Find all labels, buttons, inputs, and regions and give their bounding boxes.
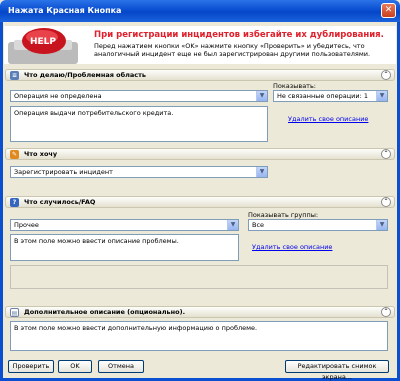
show-label: Показывать: (273, 82, 316, 90)
chevron-down-icon[interactable]: ▼ (376, 91, 387, 101)
banner-title: При регистрации инцидентов избегайте их … (94, 30, 384, 40)
show-value: Не связанные операции: 1 (277, 92, 369, 100)
operation-value: Операция не определена (14, 92, 102, 100)
chevron-up-icon[interactable]: ⌃ (381, 70, 391, 80)
pencil-icon: ✎ (10, 150, 19, 159)
operation-description[interactable]: Операция выдачи потребительского кредита… (10, 106, 268, 142)
section-extra-header[interactable]: ▤ Дополнительное описание (опционально).… (5, 306, 395, 318)
section-faq-header[interactable]: ? Что случилось/FAQ ⌃ (5, 196, 395, 208)
want-select[interactable]: Зарегистрировать инцидент ▼ (10, 166, 268, 178)
ok-button[interactable]: OK (58, 360, 92, 373)
cancel-button[interactable]: Отмена (98, 360, 144, 373)
chevron-up-icon[interactable]: ⌃ (381, 197, 391, 207)
chevron-up-icon[interactable]: ⌃ (381, 149, 391, 159)
edit-screenshot-button[interactable]: Редактировать снимок экрана... (285, 360, 389, 381)
delete-description-link[interactable]: Удалить свое описание (288, 115, 368, 123)
help-button-icon: HELP (8, 26, 80, 64)
check-button[interactable]: Проверить (8, 360, 54, 373)
category-value: Прочее (14, 221, 39, 229)
chevron-down-icon[interactable]: ▼ (256, 167, 267, 177)
close-button[interactable]: ✕ (381, 3, 396, 18)
show-select[interactable]: Не связанные операции: 1 ▼ (273, 90, 388, 102)
banner-text: Перед нажатием кнопки «OK» нажмите кнопк… (94, 42, 371, 58)
section-extra-title: Дополнительное описание (опционально). (24, 308, 186, 316)
chevron-down-icon[interactable]: ▼ (227, 220, 238, 230)
extra-description[interactable]: В этом поле можно ввести дополнительную … (10, 321, 388, 351)
category-select[interactable]: Прочее ▼ (10, 219, 239, 231)
faq-answer-box (10, 265, 388, 289)
window-title: Нажата Красная Кнопка (8, 6, 122, 15)
section-problem-header[interactable]: ≡ Что делаю/Проблемная область ⌃ (5, 69, 395, 81)
groups-select[interactable]: Все ▼ (248, 219, 388, 231)
groups-value: Все (252, 221, 265, 229)
section-want-title: Что хочу (24, 150, 58, 158)
chevron-down-icon[interactable]: ▼ (376, 220, 387, 230)
want-value: Зарегистрировать инцидент (14, 168, 113, 176)
chevron-up-icon[interactable]: ⌃ (381, 307, 391, 317)
operation-select[interactable]: Операция не определена ▼ (10, 90, 268, 102)
title-bar: Нажата Красная Кнопка ✕ (0, 0, 400, 22)
section-want-header[interactable]: ✎ Что хочу ⌃ (5, 148, 395, 160)
section-faq-title: Что случилось/FAQ (24, 198, 96, 206)
document-icon: ▤ (10, 308, 19, 317)
problem-description[interactable]: В этом поле можно ввести описание пробле… (10, 234, 239, 261)
section-problem-title: Что делаю/Проблемная область (24, 71, 147, 79)
delete-faq-description-link[interactable]: Удалить свое описание (252, 243, 332, 251)
list-icon: ≡ (10, 71, 19, 80)
show-groups-label: Показывать группы: (248, 211, 319, 219)
question-icon: ? (10, 198, 19, 207)
chevron-down-icon[interactable]: ▼ (256, 91, 267, 101)
help-label: HELP (30, 37, 56, 47)
